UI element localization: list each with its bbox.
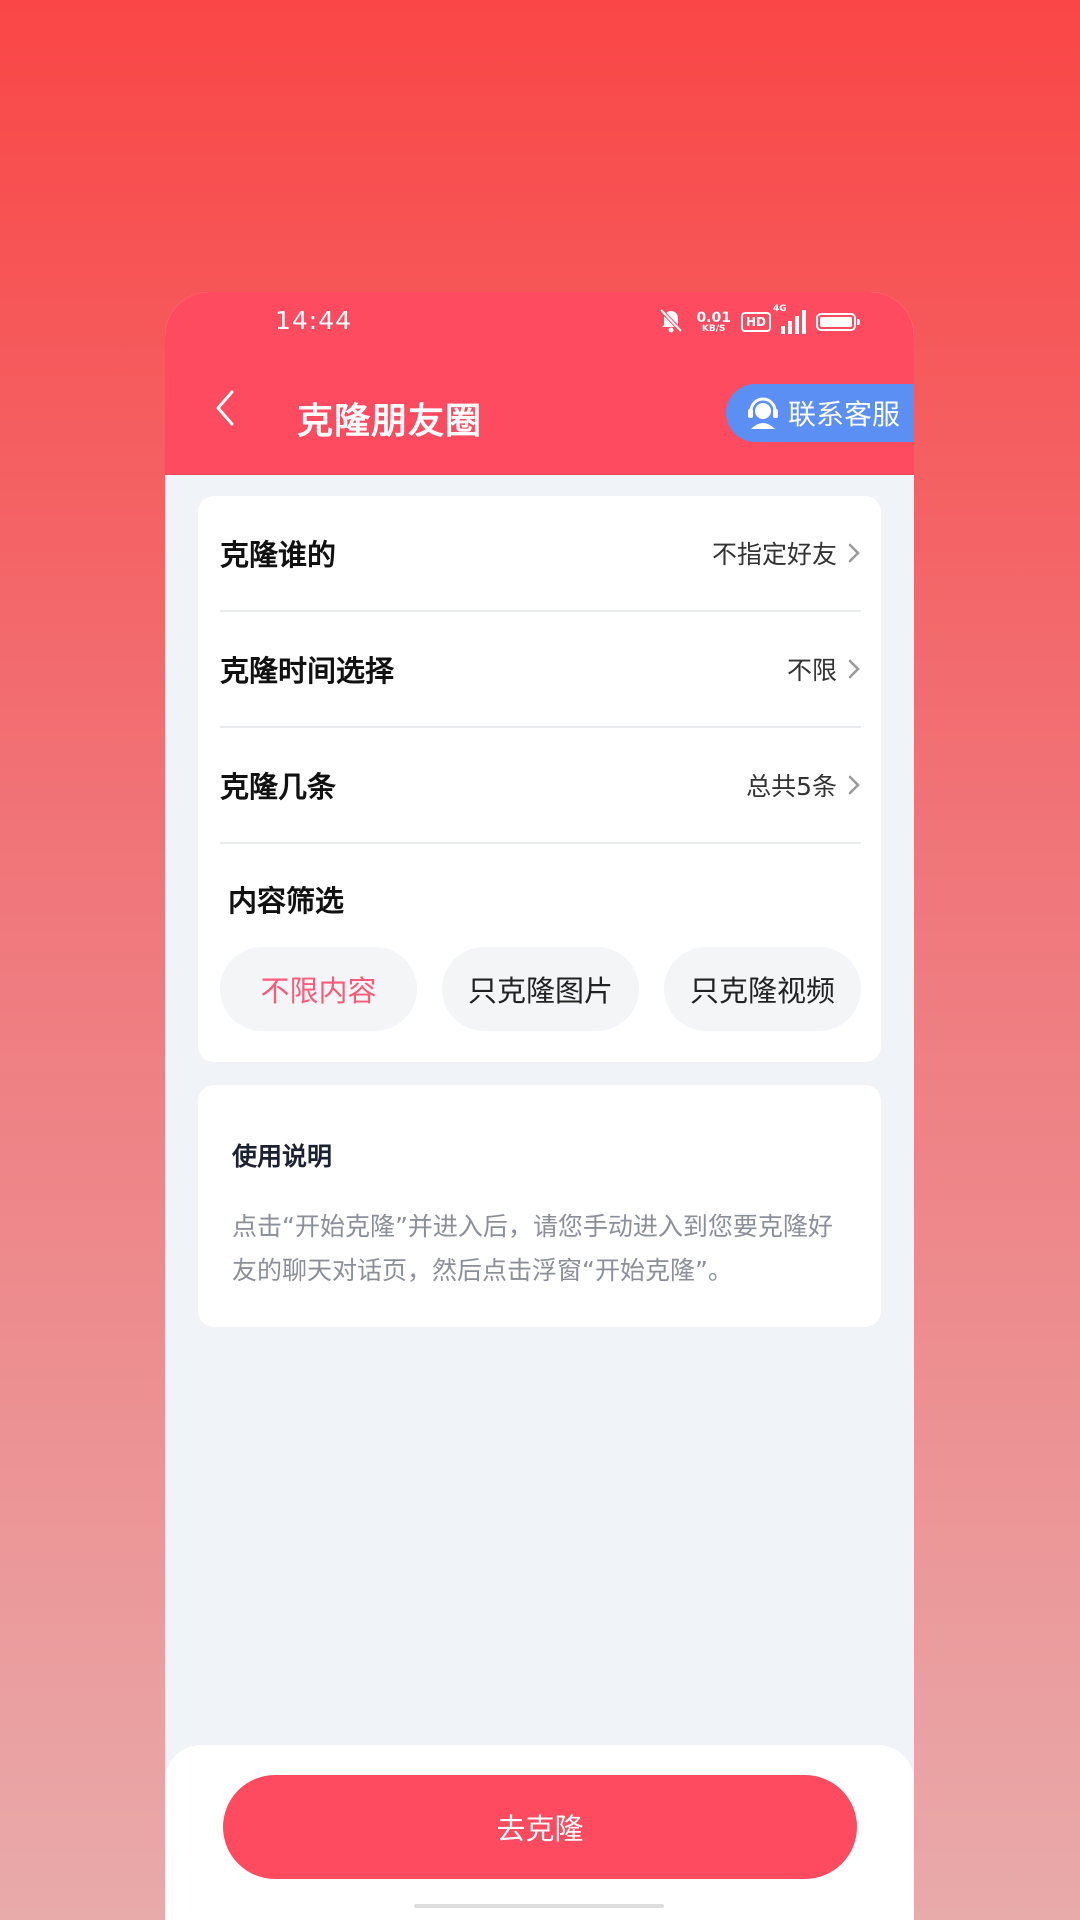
bottom-action-panel: 去克隆 <box>165 1745 914 1920</box>
signal-icon: 4G <box>773 304 806 334</box>
hd-icon: HD <box>740 312 771 332</box>
chevron-right-icon <box>848 543 860 563</box>
setting-value: 不指定好友 <box>712 535 861 571</box>
battery-icon <box>816 313 860 331</box>
contact-service-button[interactable]: 联系客服 <box>726 384 914 442</box>
clone-settings-card: 克隆谁的 不指定好友 克隆时间选择 不限 克隆几条 总共5条 内容筛选 不限内容… <box>198 496 881 1062</box>
status-bar: 14:44 0.01 KB/S HD 4G <box>165 292 914 352</box>
contact-service-label: 联系客服 <box>788 398 901 431</box>
setting-label: 克隆几条 <box>220 770 337 804</box>
setting-row-clone-count[interactable]: 克隆几条 总共5条 <box>220 728 861 844</box>
chip-videos-only[interactable]: 只克隆视频 <box>664 947 861 1031</box>
setting-value: 不限 <box>787 651 861 687</box>
header-bar: 14:44 0.01 KB/S HD 4G 克隆朋友圈 联系客服 <box>165 292 914 475</box>
net-speed-unit: KB/S <box>701 323 726 334</box>
setting-row-clone-whose[interactable]: 克隆谁的 不指定好友 <box>220 496 861 612</box>
instructions-card: 使用说明 点击“开始克隆”并进入后，请您手动进入到您要克隆好友的聊天对话页，然后… <box>198 1085 881 1327</box>
instructions-title: 使用说明 <box>232 1142 333 1171</box>
mute-bell-icon <box>656 306 686 338</box>
instructions-body: 点击“开始克隆”并进入后，请您手动进入到您要克隆好友的聊天对话页，然后点击浮窗“… <box>232 1212 833 1285</box>
content-filter-title: 内容筛选 <box>228 884 345 918</box>
setting-label: 克隆谁的 <box>220 538 337 572</box>
page-title: 克隆朋友圈 <box>297 401 483 442</box>
setting-label: 克隆时间选择 <box>220 654 395 688</box>
go-clone-button[interactable]: 去克隆 <box>223 1775 857 1879</box>
home-indicator <box>414 1904 664 1908</box>
setting-value: 总共5条 <box>746 767 861 803</box>
setting-value-text: 不指定好友 <box>711 540 837 569</box>
net-speed-value: 0.01 <box>696 309 731 326</box>
chevron-right-icon <box>848 659 860 679</box>
setting-value-text: 不限 <box>786 656 837 685</box>
chevron-left-icon <box>216 390 234 426</box>
status-time: 14:44 <box>275 306 353 335</box>
content-filter-chips: 不限内容 只克隆图片 只克隆视频 <box>220 947 861 1031</box>
customer-service-icon <box>748 397 778 429</box>
status-icons: 0.01 KB/S HD 4G <box>656 304 860 338</box>
chip-unlimited-content[interactable]: 不限内容 <box>220 947 417 1031</box>
back-button[interactable] <box>215 390 245 426</box>
chip-images-only[interactable]: 只克隆图片 <box>442 947 639 1031</box>
chevron-right-icon <box>848 775 860 795</box>
setting-row-clone-time[interactable]: 克隆时间选择 不限 <box>220 612 861 728</box>
net-speed: 0.01 KB/S <box>696 311 731 334</box>
app-screen: 14:44 0.01 KB/S HD 4G 克隆朋友圈 联系客服 克隆谁的 不指… <box>165 292 914 1920</box>
network-type: 4G <box>773 304 787 314</box>
setting-value-text: 总共5条 <box>746 772 837 801</box>
